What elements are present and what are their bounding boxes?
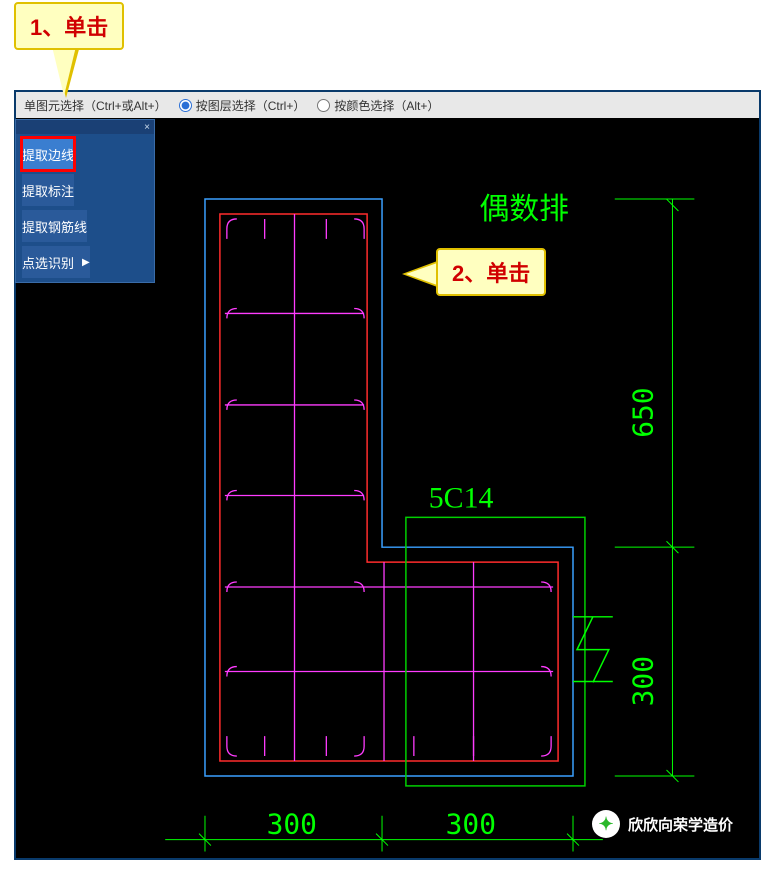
magenta-stirrups xyxy=(225,214,553,761)
extract-panel: × 提取边线 提取标注 提取钢筋线 点选识别 ▶ xyxy=(15,119,155,283)
dim-text-h1: 300 xyxy=(267,808,317,841)
chevron-right-icon: ▶ xyxy=(82,257,90,268)
break-line xyxy=(573,617,613,683)
radio-by-layer[interactable]: 按图层选择（Ctrl+） xyxy=(179,97,306,114)
watermark: ✦ 欣欣向荣学造价 xyxy=(592,810,733,838)
callout-step-1: 1、单击 xyxy=(14,2,124,50)
wechat-icon: ✦ xyxy=(592,810,620,838)
dim-text-v2: 300 xyxy=(627,656,660,706)
radio-by-color-input[interactable] xyxy=(317,99,330,112)
selection-toolbar: 单图元选择（Ctrl+或Alt+） 按图层选择（Ctrl+） 按颜色选择（Alt… xyxy=(16,92,759,118)
callout-step-2: 2、单击 xyxy=(436,248,546,296)
radio-by-color[interactable]: 按颜色选择（Alt+） xyxy=(317,97,439,114)
red-rebar-cage xyxy=(220,214,558,761)
panel-titlebar: × xyxy=(16,120,154,134)
extract-edge-button[interactable]: 提取边线 xyxy=(22,138,74,170)
dim-text-v1: 650 xyxy=(627,387,660,437)
drawing-label-rebar: 5C14 xyxy=(429,481,494,514)
cad-app-window: 单图元选择（Ctrl+或Alt+） 按图层选择（Ctrl+） 按颜色选择（Alt… xyxy=(14,90,761,860)
callout-2-tail xyxy=(406,262,440,286)
selection-mode-label: 单图元选择（Ctrl+或Alt+） xyxy=(24,97,167,114)
dim-text-h2: 300 xyxy=(446,808,496,841)
extract-annotation-button[interactable]: 提取标注 xyxy=(22,174,74,206)
close-icon[interactable]: × xyxy=(144,122,150,133)
point-recognize-button[interactable]: 点选识别 ▶ xyxy=(22,246,90,278)
drawing-label-top: 偶数排 xyxy=(480,193,569,226)
extract-rebar-button[interactable]: 提取钢筋线 xyxy=(22,210,87,242)
radio-by-layer-input[interactable] xyxy=(179,99,192,112)
dim-bottom-horizontal xyxy=(165,816,603,852)
